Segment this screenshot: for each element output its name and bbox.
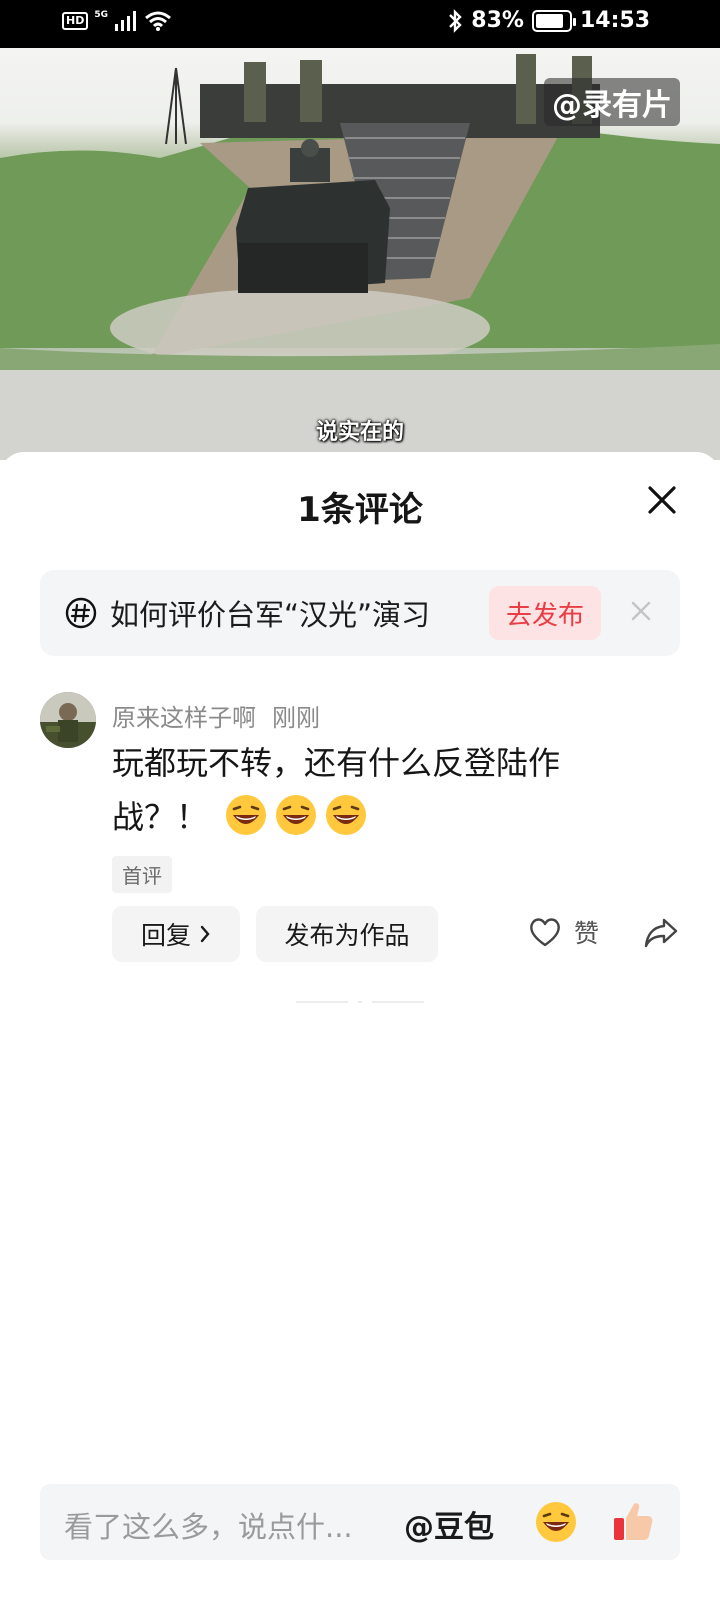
comment-body: 玩都玩不转，还有什么反登陆作战？！ <box>112 736 652 844</box>
clock: 14:53 <box>579 8 650 33</box>
topic-text: 如何评价台军“汉光”演习 <box>110 598 431 632</box>
battery-icon <box>531 9 576 32</box>
avatar-image <box>40 692 96 748</box>
mention-doubao-button[interactable]: @豆包 <box>404 1502 494 1546</box>
status-bar: HD 5G 83% 14:53 <box>0 0 720 48</box>
emoji-picker-icon[interactable] <box>534 1500 578 1544</box>
laughing-emoji-icon <box>226 795 267 835</box>
comment-input-bar[interactable]: 看了这么多，说点什... @豆包 <box>40 1484 680 1560</box>
bluetooth-icon <box>449 8 462 33</box>
comment-time: 刚刚 <box>272 704 320 732</box>
video-subtitle: 说实在的 <box>315 420 404 445</box>
hashtag-icon <box>65 597 97 629</box>
reply-button[interactable]: 回复 <box>112 906 240 962</box>
signal-icon <box>115 11 136 31</box>
reply-label: 回复 <box>140 921 191 950</box>
video-player[interactable]: @录有片 说实在的 <box>0 48 720 460</box>
comment-username[interactable]: 原来这样子啊 <box>112 704 256 732</box>
network-type-label: 5G <box>94 10 108 20</box>
comment-input-placeholder[interactable]: 看了这么多，说点什... <box>64 1504 353 1546</box>
share-icon[interactable] <box>642 914 680 952</box>
video-watermark: @录有片 <box>544 78 680 126</box>
thumbs-up-icon[interactable] <box>610 1498 656 1544</box>
close-icon[interactable] <box>642 480 682 520</box>
like-button[interactable]: 赞 <box>528 914 599 950</box>
hd-icon: HD <box>62 12 89 30</box>
topic-suggestion-bar[interactable]: 如何评价台军“汉光”演习 去发布 <box>40 570 680 656</box>
first-comment-badge: 首评 <box>112 856 172 893</box>
comments-sheet: 1条评论 如何评价台军“汉光”演习 去发布 原来这样子啊 刚刚 玩都玩不转，还有… <box>0 452 720 1600</box>
laughing-emoji-icon <box>326 795 367 835</box>
comment-meta: 原来这样子啊 刚刚 <box>112 698 320 733</box>
like-label: 赞 <box>574 919 600 948</box>
comments-count-title: 1条评论 <box>297 490 423 530</box>
laughing-emoji-icon <box>276 795 317 835</box>
chevron-right-icon <box>200 925 210 943</box>
dismiss-topic-icon[interactable] <box>626 596 656 626</box>
publish-topic-button[interactable]: 去发布 <box>489 586 601 640</box>
wifi-icon <box>145 11 171 31</box>
battery-percent: 83% <box>471 8 524 33</box>
list-end-indicator <box>296 1000 424 1004</box>
publish-as-work-button[interactable]: 发布为作品 <box>256 906 438 962</box>
battery-fill <box>535 13 563 28</box>
heart-icon <box>530 918 560 947</box>
avatar[interactable] <box>40 692 96 748</box>
